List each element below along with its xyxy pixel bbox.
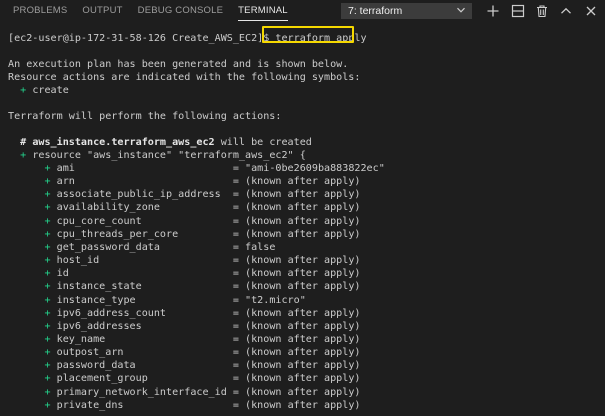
attribute-value: (known after apply) [245,215,361,227]
resource-declaration: + resource "aws_instance" "terraform_aws… [8,149,306,162]
attribute-row: + id = (known after apply) [44,268,361,280]
attribute-value: (known after apply) [245,268,361,280]
attribute-key: cpu_core_count [50,215,142,227]
attribute-row: + availability_zone = (known after apply… [44,202,361,214]
attribute-value: (known after apply) [245,333,361,345]
attribute-value: (known after apply) [245,373,361,385]
attribute-value: (known after apply) [245,202,361,214]
attribute-row: + password_data = (known after apply) [44,360,361,372]
resource-comment-suffix: will be created [214,137,312,148]
attribute-row: + cpu_threads_per_core = (known after ap… [44,228,361,240]
attribute-key: placement_group [50,373,148,385]
shell-prompt: [ec2-user@ip-172-31-58-126 Create_AWS_EC… [8,33,276,44]
attribute-key: key_name [50,333,106,345]
attribute-row: + instance_state = (known after apply) [44,281,361,293]
attribute-value: (known after apply) [245,255,361,267]
attribute-value: false [245,241,276,253]
attribute-key: cpu_threads_per_core [50,228,179,240]
attribute-key: get_password_data [50,241,160,253]
tab-output[interactable]: OUTPUT [82,0,122,22]
split-icon[interactable] [509,2,527,20]
attribute-value: (known after apply) [245,347,361,359]
attribute-key: ipv6_addresses [50,320,142,332]
trash-icon[interactable] [533,2,551,20]
attribute-key: availability_zone [50,202,160,214]
symbol-label: create [32,85,69,96]
tab-terminal[interactable]: TERMINAL [238,0,288,22]
output-line: + create [8,84,69,97]
attribute-key: arn [50,176,75,188]
attribute-value: (known after apply) [245,176,361,188]
attribute-key: associate_public_ip_address [50,189,221,201]
chevron-up-icon[interactable] [557,2,575,20]
attribute-row: + associate_public_ip_address = (known a… [44,189,361,201]
attribute-value: (known after apply) [245,386,361,398]
attribute-value: (known after apply) [245,399,361,411]
attribute-row: + key_name = (known after apply) [44,333,361,345]
output-line: Terraform will perform the following act… [8,111,282,122]
attribute-value: (known after apply) [245,189,361,201]
attribute-value: (known after apply) [245,281,361,293]
attribute-row: + arn = (known after apply) [44,176,361,188]
attribute-key: ami [50,163,75,174]
attribute-row: + ipv6_address_count = (known after appl… [44,307,361,319]
attribute-row: + ami = "ami-0be2609ba883822ec" [44,163,385,174]
attribute-value: (known after apply) [245,307,361,319]
attribute-row: + get_password_data = false [44,241,276,253]
terminal-select-value: 7: terraform [348,5,403,17]
attribute-key: host_id [50,255,100,267]
resource-decl-text: resource "aws_instance" "terraform_aws_e… [32,150,306,161]
attribute-value: (known after apply) [245,320,361,332]
attribute-key: outpost_arn [50,347,124,359]
close-icon[interactable] [582,2,600,20]
attribute-row: + ipv6_addresses = (known after apply) [44,320,361,332]
attribute-key: instance_state [50,281,142,293]
terminal-output[interactable]: [ec2-user@ip-172-31-58-126 Create_AWS_EC… [0,26,605,416]
output-line: An execution plan has been generated and… [8,59,349,70]
attribute-value: "t2.micro" [245,294,306,306]
attribute-row: + host_id = (known after apply) [44,255,361,267]
plus-icon[interactable] [484,2,502,20]
chevron-down-icon [456,5,466,17]
resource-name: aws_instance.terraform_aws_ec2 [32,137,215,148]
attribute-row: + placement_group = (known after apply) [44,373,361,385]
attribute-key: password_data [50,360,136,372]
tab-problems[interactable]: PROBLEMS [13,0,67,22]
panel-tabs: PROBLEMS OUTPUT DEBUG CONSOLE TERMINAL [0,0,290,22]
attribute-row: + outpost_arn = (known after apply) [44,347,361,359]
tab-debug-console[interactable]: DEBUG CONSOLE [138,0,223,22]
attribute-value: (known after apply) [245,228,361,240]
attribute-value: (known after apply) [245,360,361,372]
attribute-key: primary_network_interface_id [50,386,227,398]
attribute-key: id [50,268,69,280]
attribute-key: private_dns [50,399,124,411]
attribute-row: + primary_network_interface_id = (known … [44,386,361,398]
comment-hash: # [20,137,33,148]
resource-comment: # aws_instance.terraform_aws_ec2 will be… [8,136,312,149]
attribute-row: + private_dns = (known after apply) [44,399,361,411]
attribute-row: + cpu_core_count = (known after apply) [44,215,361,227]
attribute-value: "ami-0be2609ba883822ec" [245,163,385,174]
attribute-row: + instance_type = "t2.micro" [44,294,306,306]
output-line: Resource actions are indicated with the … [8,72,361,83]
attribute-key: ipv6_address_count [50,307,167,319]
terminal-select[interactable]: 7: terraform [341,3,472,19]
attribute-key: instance_type [50,294,136,306]
command-highlight-box [262,26,354,43]
